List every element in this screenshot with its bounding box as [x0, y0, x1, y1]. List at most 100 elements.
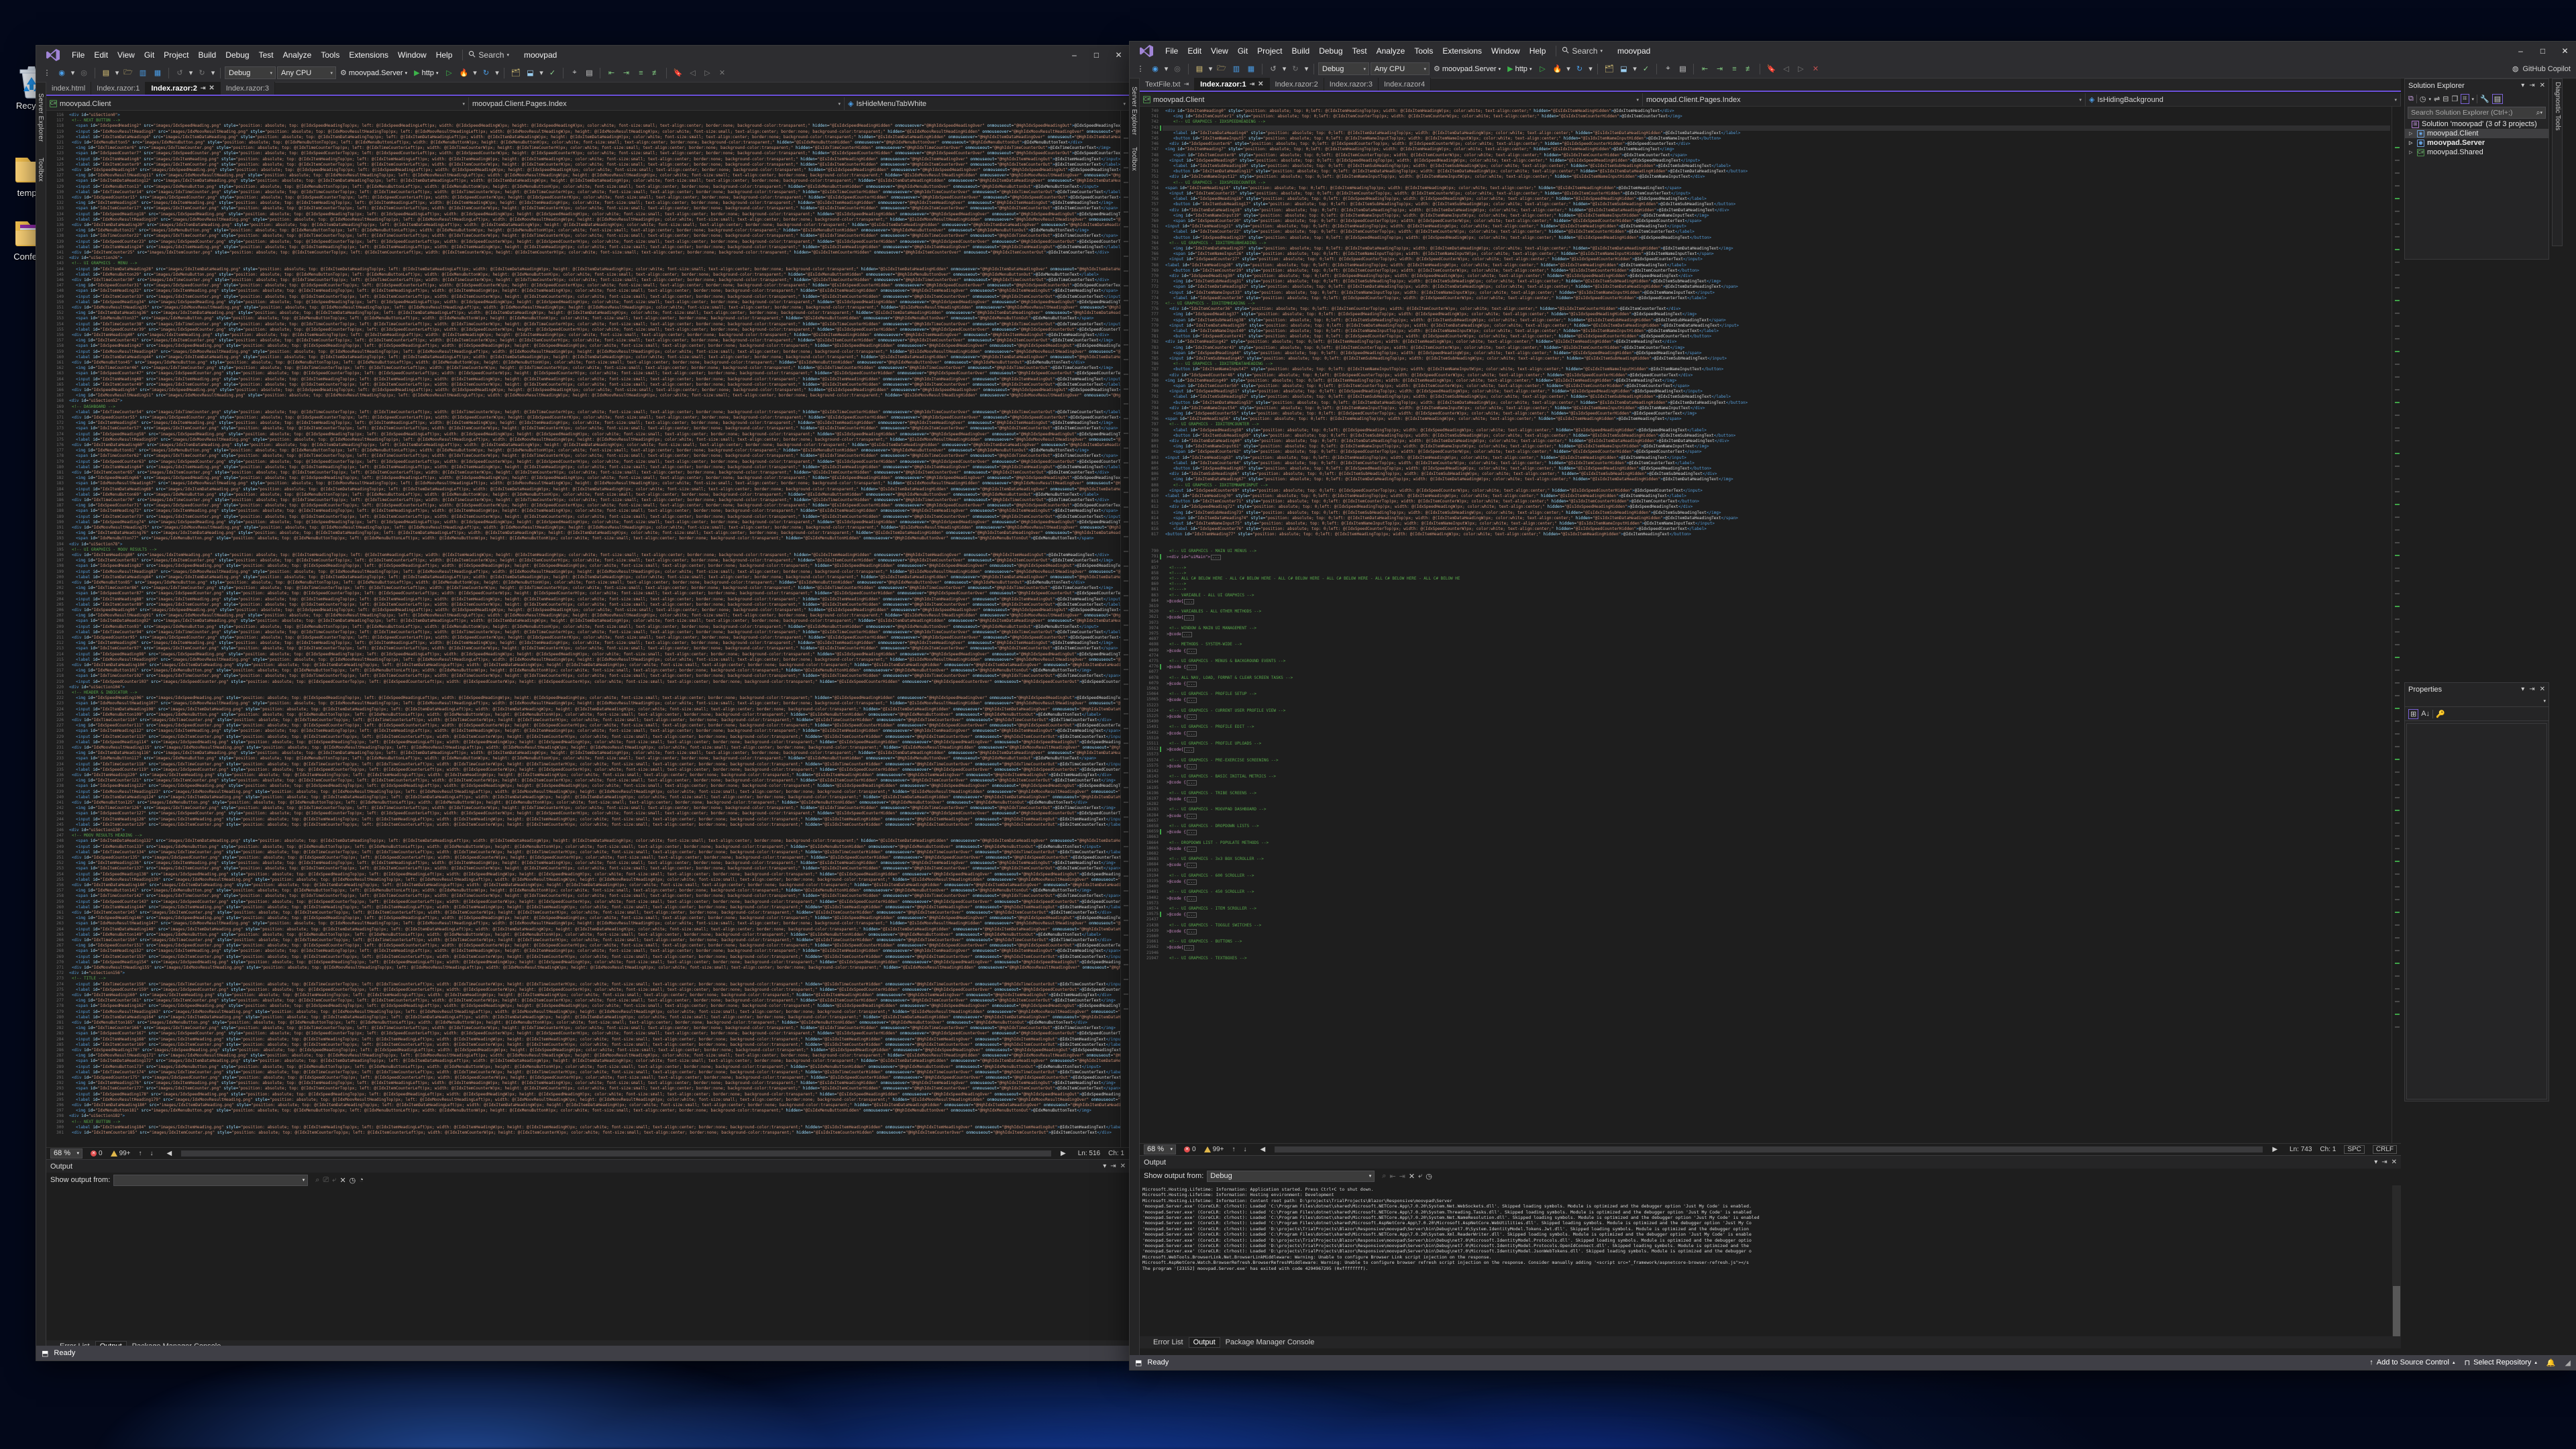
- close-icon[interactable]: ✕: [2540, 82, 2545, 89]
- code-line[interactable]: <input id="IdxItemCounter153" src="image…: [76, 955, 1125, 959]
- code-line[interactable]: <!-- UI GRAPHICS - DROPDOWN LISTS -->: [1169, 824, 1259, 828]
- solution-view-icon[interactable]: ⧉: [2408, 95, 2414, 103]
- code-line[interactable]: <span id="IdxItemDataHeading74" style="p…: [1173, 516, 1738, 521]
- code-line[interactable]: <span id="IdxSpeedCounter167" src="image…: [76, 1032, 1130, 1036]
- code-line[interactable]: <span id="IdxMoovResultHeading107" src="…: [76, 702, 1130, 706]
- code-line[interactable]: <!-- UI GRAPHICS - IDXSPEEDHEADING -->: [1173, 120, 1265, 124]
- code-line[interactable]: <span id="IdxItemCounter57" src="images/…: [76, 427, 1118, 431]
- code-line[interactable]: <span id="IdxSpeedCounter47" src="images…: [76, 372, 1130, 376]
- startup-project-selector[interactable]: ⚙ moovpad.Server ▾: [337, 68, 410, 78]
- new-item-dropdown-icon[interactable]: ▾: [1208, 62, 1214, 76]
- code-line[interactable]: <span id="IdxTimeCounter22" src="images/…: [76, 234, 1118, 238]
- run-button[interactable]: ▶ http ▾: [1505, 64, 1534, 74]
- expand-chevron-icon[interactable]: ▷: [2409, 150, 2414, 155]
- solution-explorer-panel[interactable]: Solution Explorer ▾ ⇥ ✕ ⧉ ◷ ▾ ⇌ ⊟ ❐ ⌗ ▾ …: [2404, 78, 2549, 260]
- chevron-down-icon[interactable]: ▾: [2521, 686, 2524, 693]
- code-line[interactable]: <img id="IdxItemCounter41" src="images/I…: [76, 339, 1113, 343]
- decrease-indent-icon[interactable]: ⇤: [604, 66, 618, 80]
- code-line[interactable]: <!---->: [1169, 588, 1186, 592]
- menu-item-file[interactable]: File: [67, 48, 89, 62]
- code-line[interactable]: >@code...: [1167, 632, 1192, 637]
- code-line[interactable]: <label id="IdxMenuButton109" src="images…: [76, 712, 1101, 717]
- code-line[interactable]: <label id="IdxItemNameInput40" style="po…: [1173, 329, 1719, 333]
- hot-reload-icon[interactable]: 🔥: [1550, 62, 1564, 76]
- code-line[interactable]: <img id="IdxItemDataHeading116" src="ima…: [76, 751, 1130, 755]
- chevron-down-icon[interactable]: ▾: [2374, 1159, 2377, 1166]
- code-line[interactable]: <label id="IdxItemHeading70" style="posi…: [1165, 494, 1686, 498]
- code-line[interactable]: <button id="IdxItemDataHeading53" style=…: [1173, 400, 1748, 405]
- editor-overview-margin[interactable]: [1120, 111, 1130, 1147]
- error-count-badge[interactable]: ✕ 0: [1184, 1146, 1196, 1153]
- code-line[interactable]: <!-- METHODS - SYSTEM-WIDE -->: [1169, 643, 1242, 647]
- code-line[interactable]: <button id="IdxItemCounter29" style="pos…: [1173, 268, 1699, 273]
- code-line[interactable]: <img id="IdxItemCounter161" src="images/…: [76, 999, 1116, 1003]
- code-line[interactable]: <!-- UI GRAPHICS - 3x3 BOX SCROLLER -->: [1169, 857, 1264, 861]
- code-line[interactable]: <img id="IdxMenuButton61" src="images/Id…: [76, 449, 1089, 453]
- code-line[interactable]: <span id="IdxMoovResultHeading147" src="…: [76, 922, 1130, 926]
- code-line[interactable]: <img id="IdxItemHeading16" src="images/I…: [76, 201, 1113, 205]
- code-line[interactable]: <input id="IdxItemDataHeading39" style="…: [1169, 323, 1739, 328]
- code-line[interactable]: <!-- VARIABLE - ALL UI GRAPHICS -->: [1169, 593, 1254, 598]
- code-line[interactable]: <div id="uiSection0">: [69, 113, 120, 117]
- code-line[interactable]: <span id="IdxItemCounter17" src="images/…: [76, 207, 1118, 211]
- clear-bookmarks-icon[interactable]: ✕: [1809, 62, 1822, 76]
- code-line[interactable]: <label id="IdxItemHeading144" src="image…: [76, 905, 1125, 910]
- menu-item-debug[interactable]: Debug: [221, 48, 254, 62]
- code-line[interactable]: <label id="IdxItemCounter169" src="image…: [76, 1042, 1125, 1047]
- code-line[interactable]: <label id="IdxSpeedHeading34" src="image…: [76, 300, 1130, 305]
- code-line[interactable]: <input id="IdxMenuButton93" src="images/…: [76, 625, 1099, 629]
- pin-icon[interactable]: ⇥: [1250, 80, 1255, 88]
- code-line[interactable]: <div id="IdxItemHeading0" style="positio…: [1165, 109, 1674, 113]
- code-line[interactable]: <span id="IdxSpeedHeading42" src="images…: [76, 344, 1130, 348]
- code-line[interactable]: <input id="IdxTimeCounter38" src="images…: [76, 322, 1123, 327]
- code-line[interactable]: <label id="IdxItemCounter9" src="images/…: [76, 162, 1120, 167]
- editor-tab-index-razor-2[interactable]: Index.razor:2 ⇥ ✕: [146, 82, 221, 95]
- code-line[interactable]: <span id="IdxSpeedCounter7" src="images/…: [76, 152, 1130, 156]
- code-line[interactable]: <label id="IdxItemDataHeading4" style="p…: [1173, 131, 1740, 136]
- code-line[interactable]: <input id="IdxMenuButton13" src="images/…: [76, 184, 1099, 189]
- code-line[interactable]: <!-- UI GRAPHICS - IDXITEMCOUNTER -->: [1169, 423, 1259, 427]
- close-icon[interactable]: ✕: [2392, 1159, 2397, 1166]
- code-line[interactable]: <input id="IdxSpeedCounter103" src="imag…: [76, 680, 1130, 684]
- code-line[interactable]: <label id="IdxItemCounter49" src="images…: [76, 382, 1123, 387]
- code-line[interactable]: <img id="IdxMoovResultHeading11" src="im…: [76, 174, 1130, 178]
- toggle-bookmark-icon[interactable]: 🔖: [1764, 62, 1778, 76]
- close-icon[interactable]: ✕: [1120, 1163, 1126, 1170]
- code-line[interactable]: >@code {...: [1167, 731, 1197, 737]
- code-line[interactable]: <img id="IdxSpeedCounter55" style="posit…: [1173, 412, 1697, 416]
- code-line[interactable]: <input id="IdxSpeedCounter23" src="image…: [76, 239, 1130, 244]
- toggle-word-wrap-icon[interactable]: ⤶: [1418, 1172, 1422, 1181]
- restart-icon[interactable]: ↻: [479, 66, 492, 80]
- code-line[interactable]: <img id="IdxItemDataHeading76" src="imag…: [76, 531, 1130, 535]
- redo-dropdown-icon[interactable]: ▾: [1303, 62, 1309, 76]
- navbar-member-dropdown[interactable]: ◈ IsHideMenuTabWhite ▾: [845, 97, 1130, 110]
- code-line[interactable]: <!-- NEXT BUTTON -->: [72, 119, 120, 123]
- pending-changes-icon[interactable]: ◷: [2420, 95, 2426, 103]
- code-line[interactable]: <div id="IdxTimeCounter70" src="images/I…: [72, 498, 1109, 502]
- code-line[interactable]: <div id="IdxItemHeading40" src="images/I…: [72, 333, 1109, 337]
- categorized-icon[interactable]: ⊞: [2408, 708, 2419, 719]
- code-line[interactable]: <img id="IdxItemSubHeading31" style="pos…: [1173, 280, 1721, 284]
- editor-tab-index-html[interactable]: index.html: [46, 82, 92, 95]
- menu-item-test[interactable]: Test: [254, 48, 278, 62]
- back-arrow-icon[interactable]: ◉: [55, 66, 68, 80]
- code-line[interactable]: <div id="IdxMenuButton5" src="images/Idx…: [72, 141, 1083, 145]
- code-line[interactable]: <span id="IdxMenuButton77" src="images/I…: [76, 537, 1093, 541]
- code-line[interactable]: <div id="uiSection130">: [69, 828, 125, 833]
- code-line[interactable]: <label id="IdxSpeedHeading114" src="imag…: [76, 740, 1130, 745]
- code-line[interactable]: <input id="IdxSpeedCounter63" src="image…: [76, 460, 1130, 464]
- save-all-icon[interactable]: ▦: [151, 66, 164, 80]
- open-file-icon[interactable]: 🗁: [121, 66, 135, 80]
- code-line[interactable]: <input id="IdxSpeedCounter69" style="pos…: [1169, 488, 1703, 493]
- code-line[interactable]: <label id="IdxMenuButton149" src="images…: [76, 932, 1101, 937]
- code-line[interactable]: <div id="uiSection156">: [69, 971, 125, 975]
- code-line[interactable]: <span id="IdxSpeedCounter87" src="images…: [76, 592, 1130, 596]
- code-line[interactable]: <div id="IdxMoovResultHeading115" src="i…: [72, 746, 1130, 750]
- code-line[interactable]: <input id="IdxSpeedHeading9" style="posi…: [1169, 158, 1700, 163]
- next-bookmark-icon[interactable]: ▷: [700, 66, 714, 80]
- code-line[interactable]: <img id="IdxItemDataHeading67" style="po…: [1173, 478, 1733, 482]
- code-line[interactable]: <div id="IdxItemHeading80" src="images/I…: [72, 553, 1109, 557]
- toggle-word-wrap-icon[interactable]: ⤶: [332, 1176, 336, 1185]
- code-line[interactable]: <input id="IdxMoovResultHeading3" src="i…: [76, 129, 1130, 134]
- code-line[interactable]: <div id="IdxSpeedCounter135" src="images…: [72, 856, 1130, 860]
